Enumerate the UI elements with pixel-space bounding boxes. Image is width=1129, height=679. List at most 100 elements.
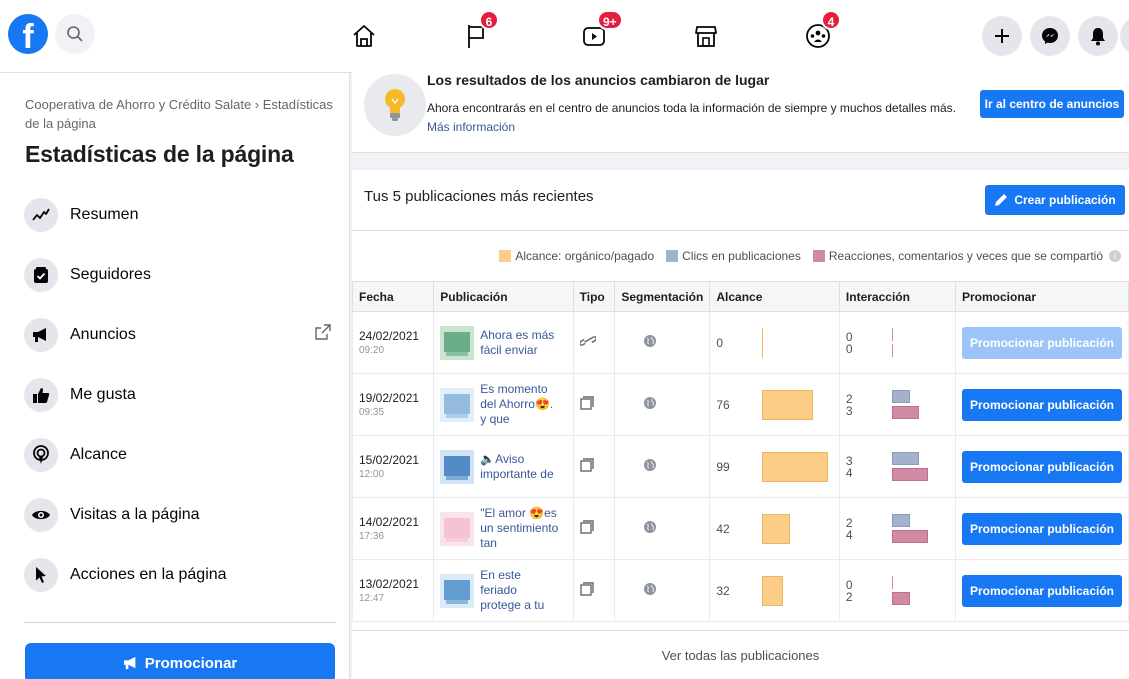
create-menu-button[interactable] <box>982 16 1022 56</box>
globe-icon <box>644 583 657 595</box>
sidebar-item-anuncios[interactable]: Anuncios <box>24 313 340 357</box>
reach-cell: 42 <box>709 497 840 560</box>
clicks-bar <box>891 576 893 589</box>
marketplace-nav-button[interactable] <box>687 18 725 54</box>
column-header-targeting: Segmentación <box>614 281 711 312</box>
promote-cell: Promocionar publicación <box>955 311 1129 374</box>
watch-notification-badge: 9+ <box>597 10 623 30</box>
page-title: Estadísticas de la página <box>25 141 294 167</box>
promote-button[interactable]: Promocionar <box>25 643 335 679</box>
photo-icon <box>579 582 594 599</box>
notifications-button[interactable] <box>1078 16 1118 56</box>
facebook-logo-icon[interactable]: f <box>8 14 48 54</box>
reach-bar <box>762 389 814 420</box>
table-row: 19/02/2021 09:35 Es momento del Ahorro😍. y… <box>351 373 1129 436</box>
post-link[interactable]: "El amor 😍es un sentimiento tan <box>480 506 560 551</box>
sidebar-divider <box>24 622 336 623</box>
more-info-link[interactable]: Más información <box>427 120 515 134</box>
chart-legend: Alcance: orgánico/pagado Clics en public… <box>499 249 1121 263</box>
post-thumbnail[interactable] <box>440 449 475 484</box>
watch-nav-button[interactable]: 9+ <box>575 10 623 54</box>
reactions-bar <box>891 530 928 543</box>
sidebar-item-alcance[interactable]: Alcance <box>24 433 340 477</box>
globe-icon <box>644 335 657 347</box>
promote-post-button[interactable]: Promocionar publicación <box>962 326 1122 359</box>
messenger-button[interactable] <box>1030 16 1070 56</box>
engagement-cell: 02 <box>838 559 957 622</box>
reach-icon <box>24 438 58 472</box>
sidebar-item-label: Visitas a la página <box>70 506 200 523</box>
engagement-cell: 23 <box>838 373 957 436</box>
globe-icon <box>644 521 657 533</box>
home-nav-button[interactable] <box>345 18 383 54</box>
account-button[interactable] <box>1120 16 1129 56</box>
reactions-bar <box>891 406 919 419</box>
banner-title: Los resultados de los anuncios cambiaron… <box>427 72 770 88</box>
post-cell: 🔈Aviso importante de <box>433 435 574 498</box>
date-cell: 14/02/2021 17:36 <box>351 497 435 560</box>
sidebar-item-me-gusta[interactable]: Me gusta <box>24 373 340 417</box>
post-date: 13/02/2021 <box>359 577 420 591</box>
post-thumbnail[interactable] <box>440 387 475 422</box>
banner-text: Ahora encontrarás en el centro de anunci… <box>427 101 956 115</box>
reactions-value: 0 <box>845 341 853 356</box>
recent-posts-title: Tus 5 publicaciones más recientes <box>364 188 594 205</box>
reach-value: 76 <box>716 397 730 412</box>
sidebar-item-seguidores[interactable]: Seguidores <box>24 253 340 297</box>
sidebar-item-acciones[interactable]: Acciones en la página <box>24 553 340 597</box>
pages-nav-button[interactable]: 6 <box>457 10 499 54</box>
legend-reach: Alcance: orgánico/pagado <box>499 249 654 263</box>
reach-value: 42 <box>716 521 730 536</box>
post-thumbnail[interactable] <box>440 325 475 360</box>
date-cell: 24/02/2021 09:20 <box>351 311 435 374</box>
post-cell: "El amor 😍es un sentimiento tan <box>433 497 574 560</box>
post-link[interactable]: 🔈Aviso importante de <box>480 452 560 482</box>
link-icon <box>578 336 597 353</box>
promote-post-button[interactable]: Promocionar publicación <box>962 512 1122 545</box>
info-icon[interactable]: i <box>1109 250 1121 262</box>
promote-post-button[interactable]: Promocionar publicación <box>962 574 1122 607</box>
post-link[interactable]: En este feriado protege a tu <box>480 568 560 613</box>
globe-icon <box>644 459 657 471</box>
see-all-posts-link[interactable]: Ver todas las publicaciones <box>352 630 1129 679</box>
sidebar-item-label: Acciones en la página <box>70 566 227 583</box>
post-cell: Ahora es más fácil enviar <box>433 311 574 374</box>
post-link[interactable]: Ahora es más fácil enviar <box>480 328 560 358</box>
post-time: 12:47 <box>359 593 385 604</box>
post-date: 24/02/2021 <box>359 329 420 343</box>
clicks-value: 2 <box>845 515 853 530</box>
external-link-icon[interactable] <box>314 323 332 346</box>
promote-cell: Promocionar publicación <box>955 559 1129 622</box>
reach-bar <box>762 327 764 358</box>
sidebar-item-resumen[interactable]: Resumen <box>24 193 340 237</box>
date-cell: 15/02/2021 12:00 <box>351 435 435 498</box>
plus-icon <box>995 29 1009 43</box>
clicks-bar <box>891 452 919 465</box>
promote-post-button[interactable]: Promocionar publicación <box>962 388 1122 421</box>
clicks-swatch <box>666 250 679 262</box>
promote-post-button[interactable]: Promocionar publicación <box>962 450 1122 483</box>
date-cell: 13/02/2021 12:47 <box>351 559 435 622</box>
create-post-button[interactable]: Crear publicación <box>985 185 1125 215</box>
promote-cell: Promocionar publicación <box>955 373 1129 436</box>
post-thumbnail[interactable] <box>440 511 475 546</box>
go-to-ads-center-button[interactable]: Ir al centro de anuncios <box>980 90 1124 118</box>
search-button[interactable] <box>55 14 95 54</box>
reactions-value: 2 <box>845 589 853 604</box>
sidebar-item-label: Alcance <box>70 446 127 463</box>
post-thumbnail[interactable] <box>440 573 475 608</box>
engagement-cell: 00 <box>838 311 957 374</box>
reactions-bar <box>891 344 893 357</box>
sidebar-item-visitas[interactable]: Visitas a la página <box>24 493 340 537</box>
trend-icon <box>24 198 58 232</box>
reach-value: 99 <box>716 459 730 474</box>
groups-nav-button[interactable]: 4 <box>799 10 841 54</box>
engagement-cell: 24 <box>838 497 957 560</box>
post-link[interactable]: Es momento del Ahorro😍. y que <box>480 382 560 427</box>
posts-table: Fecha Publicación Tipo Segmentación Alca… <box>351 281 1129 622</box>
thumbs-up-icon <box>24 378 58 412</box>
breadcrumb[interactable]: Cooperativa de Ahorro y Crédito Salate ›… <box>25 95 340 133</box>
create-post-label: Crear publicación <box>1014 193 1116 207</box>
column-header-engagement: Interacción <box>838 281 957 312</box>
reach-cell: 0 <box>709 311 840 374</box>
